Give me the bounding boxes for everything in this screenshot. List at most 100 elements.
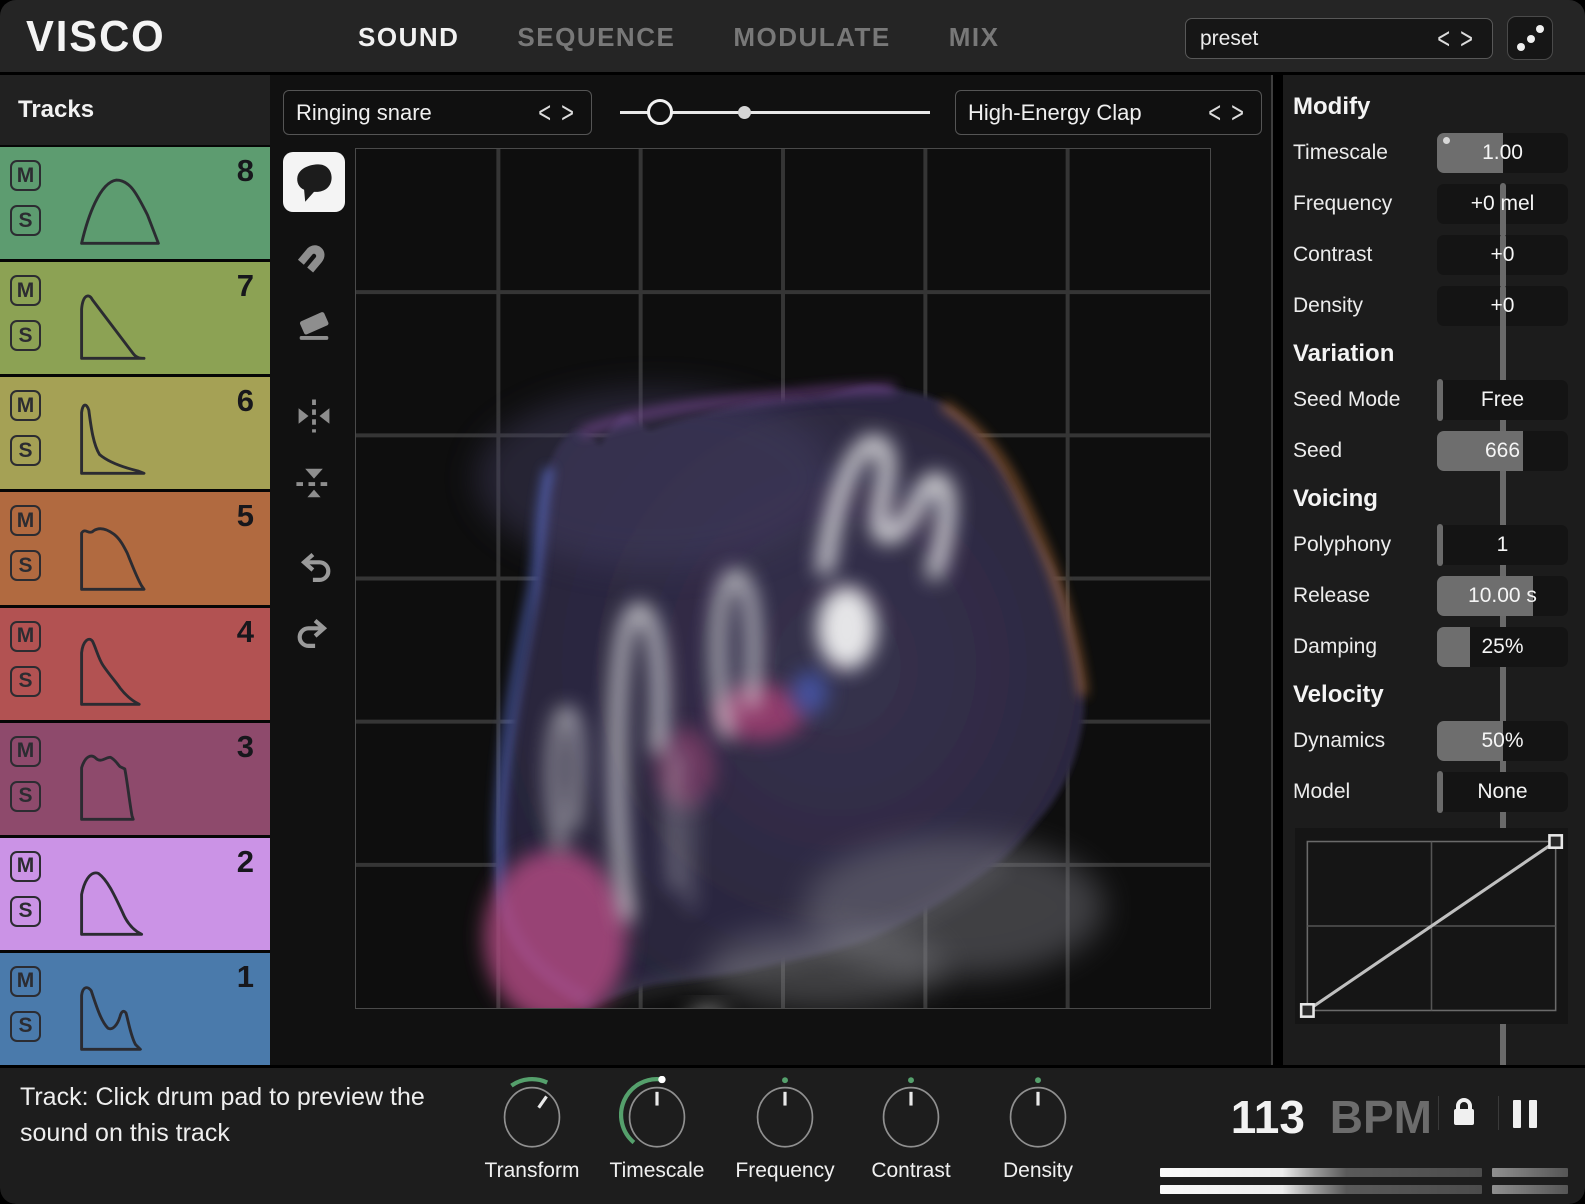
divider bbox=[1498, 1096, 1499, 1130]
tab-mix[interactable]: MIX bbox=[949, 22, 1000, 53]
knob-density[interactable]: Density bbox=[972, 1076, 1104, 1183]
waveform-icon bbox=[78, 281, 198, 363]
bpm-display[interactable]: 113 BPM bbox=[1170, 1090, 1432, 1144]
track-number: 7 bbox=[237, 268, 254, 304]
knob-label: Transform bbox=[466, 1159, 598, 1183]
solo-button[interactable]: S bbox=[10, 550, 41, 581]
track-number: 5 bbox=[237, 498, 254, 534]
source-b-next-icon[interactable]: > bbox=[1226, 95, 1249, 130]
tab-sequence[interactable]: SEQUENCE bbox=[517, 22, 675, 53]
transform-tool[interactable] bbox=[283, 152, 345, 212]
modify-section-title: Modify bbox=[1293, 93, 1585, 121]
solo-button[interactable]: S bbox=[10, 435, 41, 466]
track-row-1[interactable]: MS1 bbox=[0, 953, 270, 1065]
param-density: Density+0 bbox=[1293, 286, 1568, 326]
track-row-3[interactable]: MS3 bbox=[0, 723, 270, 835]
param-frequency-label: Frequency bbox=[1293, 192, 1392, 216]
flip-horizontal-tool[interactable] bbox=[283, 386, 345, 446]
knob-dial-icon[interactable] bbox=[1000, 1076, 1076, 1152]
source-b-selector[interactable]: High-Energy Clap < > bbox=[955, 90, 1262, 135]
magnet-tool[interactable] bbox=[283, 226, 345, 286]
undo-button-icon bbox=[292, 548, 336, 592]
knob-label: Frequency bbox=[719, 1159, 851, 1183]
randomize-dots-button[interactable] bbox=[1507, 16, 1553, 60]
param-seed-mode: Seed ModeFree bbox=[1293, 380, 1568, 420]
knob-contrast[interactable]: Contrast bbox=[845, 1076, 977, 1183]
mute-button[interactable]: M bbox=[10, 851, 41, 882]
redo-button[interactable] bbox=[283, 606, 345, 666]
solo-button[interactable]: S bbox=[10, 320, 41, 351]
solo-button[interactable]: S bbox=[10, 1011, 41, 1042]
mute-button[interactable]: M bbox=[10, 160, 41, 191]
param-dynamics: Dynamics50% bbox=[1293, 721, 1568, 761]
solo-button[interactable]: S bbox=[10, 205, 41, 236]
mute-button[interactable]: M bbox=[10, 390, 41, 421]
knob-frequency[interactable]: Frequency bbox=[719, 1076, 851, 1183]
solo-button[interactable]: S bbox=[10, 896, 41, 927]
track-row-4[interactable]: MS4 bbox=[0, 608, 270, 720]
divider bbox=[1438, 1096, 1439, 1130]
preset-next-icon[interactable]: > bbox=[1455, 21, 1478, 56]
param-density-control[interactable]: +0 bbox=[1437, 286, 1568, 326]
param-model-control[interactable]: None bbox=[1437, 772, 1568, 812]
param-seed-mode-control[interactable]: Free bbox=[1437, 380, 1568, 420]
curve-handle-start[interactable] bbox=[1301, 1004, 1313, 1016]
tempo-lock-icon[interactable] bbox=[1449, 1096, 1479, 1128]
param-frequency: Frequency +0 mel bbox=[1293, 184, 1568, 224]
mute-button[interactable]: M bbox=[10, 966, 41, 997]
param-polyphony-control[interactable]: 1 bbox=[1437, 525, 1568, 565]
param-release-control[interactable]: 10.00 s bbox=[1437, 576, 1568, 616]
sound-canvas[interactable] bbox=[355, 148, 1211, 1009]
knob-timescale[interactable]: Timescale bbox=[591, 1076, 723, 1183]
morph-ring-handle[interactable] bbox=[647, 99, 673, 125]
pause-button[interactable] bbox=[1513, 1100, 1537, 1128]
param-release-value: 10.00 s bbox=[1437, 576, 1568, 616]
undo-button[interactable] bbox=[283, 540, 345, 600]
solo-button[interactable]: S bbox=[10, 666, 41, 697]
waveform-icon bbox=[78, 627, 198, 709]
param-model-value: None bbox=[1437, 772, 1568, 812]
source-b-prev-icon[interactable]: < bbox=[1203, 95, 1226, 130]
mute-button[interactable]: M bbox=[10, 736, 41, 767]
knob-transform[interactable]: Transform bbox=[466, 1076, 598, 1183]
track-row-8[interactable]: MS8 bbox=[0, 147, 270, 259]
tab-sound[interactable]: SOUND bbox=[358, 22, 459, 53]
preset-prev-icon[interactable]: < bbox=[1432, 21, 1455, 56]
knob-dial-icon[interactable] bbox=[747, 1076, 823, 1152]
curve-handle-end[interactable] bbox=[1549, 835, 1561, 847]
param-damping-control[interactable]: 25% bbox=[1437, 627, 1568, 667]
param-damping: Damping25% bbox=[1293, 627, 1568, 667]
source-a-prev-icon[interactable]: < bbox=[533, 95, 556, 130]
status-hint: Track: Click drum pad to preview thesoun… bbox=[20, 1080, 460, 1151]
solo-button[interactable]: S bbox=[10, 781, 41, 812]
tab-modulate[interactable]: MODULATE bbox=[733, 22, 890, 53]
flip-vertical-tool[interactable] bbox=[283, 453, 345, 513]
morph-slider[interactable] bbox=[620, 90, 930, 135]
velocity-curve-editor[interactable] bbox=[1295, 828, 1568, 1024]
mute-button[interactable]: M bbox=[10, 275, 41, 306]
track-row-2[interactable]: MS2 bbox=[0, 838, 270, 950]
knob-dial-icon[interactable] bbox=[494, 1076, 570, 1152]
preset-selector[interactable]: preset < > bbox=[1185, 18, 1493, 59]
morph-dot-handle[interactable] bbox=[738, 106, 751, 119]
waveform-icon bbox=[78, 512, 198, 594]
mute-button[interactable]: M bbox=[10, 505, 41, 536]
mute-button[interactable]: M bbox=[10, 621, 41, 652]
eraser-tool[interactable] bbox=[283, 295, 345, 355]
param-contrast-control[interactable]: +0 bbox=[1437, 235, 1568, 275]
track-row-6[interactable]: MS6 bbox=[0, 377, 270, 489]
track-row-5[interactable]: MS 5 bbox=[0, 492, 270, 604]
knob-dial-icon[interactable] bbox=[873, 1076, 949, 1152]
track-row-7[interactable]: MS 7 bbox=[0, 262, 270, 374]
bpm-value[interactable]: 113 bbox=[1231, 1091, 1305, 1143]
knob-label: Contrast bbox=[845, 1159, 977, 1183]
knob-dial-icon[interactable] bbox=[619, 1076, 695, 1152]
param-dynamics-control[interactable]: 50% bbox=[1437, 721, 1568, 761]
param-timescale-control[interactable]: 1.00 bbox=[1437, 133, 1568, 173]
param-frequency-control[interactable]: +0 mel bbox=[1437, 184, 1568, 224]
param-seed-control[interactable]: 666 bbox=[1437, 431, 1568, 471]
source-a-selector[interactable]: Ringing snare < > bbox=[283, 90, 592, 135]
source-a-next-icon[interactable]: > bbox=[556, 95, 579, 130]
panel-divider bbox=[1271, 75, 1273, 1065]
dot-icon bbox=[1527, 35, 1535, 43]
